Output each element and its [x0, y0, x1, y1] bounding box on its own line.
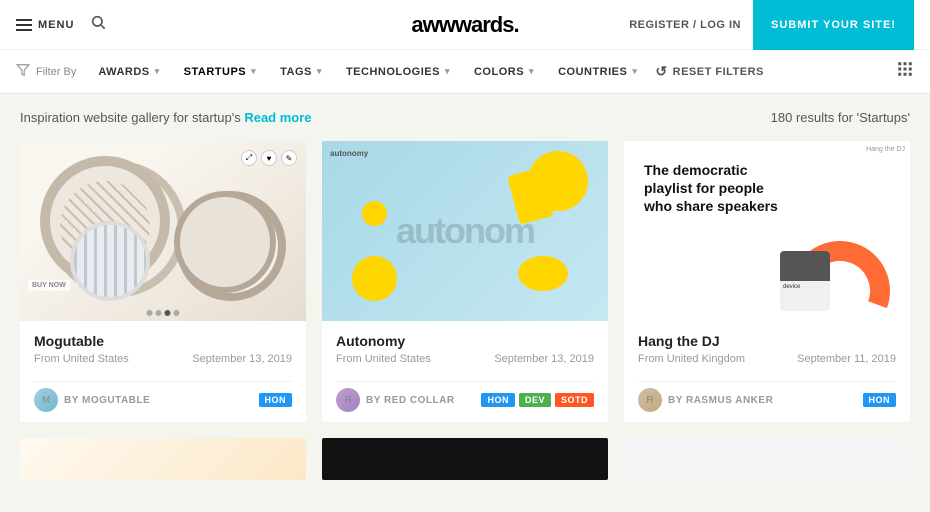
results-count-text: 180 results for 'Startups' — [771, 110, 910, 125]
filter-bar: Filter By AWARDS ▾ STARTUPS ▾ TAGS ▾ TEC… — [0, 50, 930, 94]
hamburger-icon — [16, 19, 32, 31]
filter-countries[interactable]: COUNTRIES ▾ — [548, 62, 647, 82]
logo-text: awwwards. — [411, 12, 518, 37]
register-login-link[interactable]: REGISTER / LOG IN — [629, 19, 741, 31]
card-title-mogutable: Mogutable — [34, 333, 292, 349]
card-author-hangthedj: R BY RASMUS ANKER — [638, 388, 773, 412]
autonomy-text-overlay: autonom — [396, 210, 534, 252]
card-image-autonomy: autonom autonomy — [322, 141, 608, 321]
main-content: Inspiration website gallery for startup'… — [0, 94, 930, 496]
site-logo[interactable]: awwwards. — [411, 12, 518, 38]
results-description: Inspiration website gallery for startup'… — [20, 110, 312, 125]
card-footer-mogutable: M BY MOGUTABLE HON — [20, 382, 306, 422]
filter-by-label: Filter By — [16, 63, 76, 80]
avatar-hangthedj: R — [638, 388, 662, 412]
grid-view-button[interactable] — [896, 60, 914, 83]
header-left: MENU — [16, 14, 106, 35]
search-button[interactable] — [90, 14, 106, 35]
cards-grid: ⤢ ♥ ✎ BUY NOW Mogutable From Un — [20, 141, 910, 422]
header-right: REGISTER / LOG IN SUBMIT YOUR SITE! — [629, 0, 914, 50]
reset-filters-button[interactable]: ↺ RESET FILTERS — [655, 63, 763, 80]
card-author-mogutable: M BY MOGUTABLE — [34, 388, 150, 412]
filter-awards[interactable]: AWARDS ▾ — [88, 62, 169, 82]
submit-site-button[interactable]: SUBMIT YOUR SITE! — [753, 0, 914, 50]
card-partial-1[interactable] — [20, 438, 306, 480]
card-info-mogutable: Mogutable From United States September 1… — [20, 321, 306, 381]
menu-label: MENU — [38, 19, 74, 31]
card-hangthedj[interactable]: The democratic playlist for people who s… — [624, 141, 910, 422]
badge-sotd: SOTD — [555, 393, 594, 407]
card-meta-hangthedj: From United Kingdom September 11, 2019 — [638, 353, 896, 365]
badge-hon: HON — [863, 393, 897, 407]
chevron-down-icon: ▾ — [445, 66, 450, 77]
cards-grid-bottom — [20, 438, 910, 480]
dj-headline: The democratic playlist for people who s… — [644, 161, 779, 216]
read-more-link[interactable]: Read more — [244, 110, 311, 125]
chevron-down-icon: ▾ — [251, 66, 256, 77]
card-author-autonomy: R BY RED COLLAR — [336, 388, 455, 412]
card-thumbnail-1: ⤢ ♥ ✎ BUY NOW — [20, 141, 306, 321]
filter-icon — [16, 63, 30, 80]
card-footer-autonomy: R BY RED COLLAR HON DEV SOTD — [322, 382, 608, 422]
filter-technologies[interactable]: TECHNOLOGIES ▾ — [336, 62, 460, 82]
avatar-mogutable: M — [34, 388, 58, 412]
author-name-mogutable: BY MOGUTABLE — [64, 395, 150, 406]
card-title-hangthedj: Hang the DJ — [638, 333, 896, 349]
card-thumbnail-2: autonom autonomy — [322, 141, 608, 321]
badge-hon: HON — [259, 393, 293, 407]
card-image-hangthedj: The democratic playlist for people who s… — [624, 141, 910, 321]
menu-button[interactable]: MENU — [16, 19, 74, 31]
card-info-hangthedj: Hang the DJ From United Kingdom Septembe… — [624, 321, 910, 381]
badges-mogutable: HON — [259, 393, 293, 407]
chevron-down-icon: ▾ — [529, 66, 534, 77]
filter-tags[interactable]: TAGS ▾ — [270, 62, 332, 82]
filter-colors[interactable]: COLORS ▾ — [464, 62, 544, 82]
card-mogutable[interactable]: ⤢ ♥ ✎ BUY NOW Mogutable From Un — [20, 141, 306, 422]
card-meta-mogutable: From United States September 13, 2019 — [34, 353, 292, 365]
card-partial-3[interactable] — [624, 438, 910, 480]
avatar-autonomy: R — [336, 388, 360, 412]
chevron-down-icon: ▾ — [317, 66, 322, 77]
author-name-hangthedj: BY RASMUS ANKER — [668, 395, 773, 406]
filter-by-text: Filter By — [36, 66, 76, 78]
card-partial-2[interactable] — [322, 438, 608, 480]
header: MENU awwwards. REGISTER / LOG IN SUBMIT … — [0, 0, 930, 50]
card-meta-autonomy: From United States September 13, 2019 — [336, 353, 594, 365]
badge-hon: HON — [481, 393, 515, 407]
reset-icon: ↺ — [655, 63, 667, 80]
badges-autonomy: HON DEV SOTD — [481, 393, 594, 407]
card-info-autonomy: Autonomy From United States September 13… — [322, 321, 608, 381]
filter-startups[interactable]: STARTUPS ▾ — [174, 62, 267, 82]
results-header: Inspiration website gallery for startup'… — [20, 110, 910, 125]
author-name-autonomy: BY RED COLLAR — [366, 395, 455, 406]
chevron-down-icon: ▾ — [632, 66, 637, 77]
card-thumbnail-3: The democratic playlist for people who s… — [624, 141, 910, 321]
badge-dev: DEV — [519, 393, 551, 407]
card-footer-hangthedj: R BY RASMUS ANKER HON — [624, 382, 910, 422]
decoration-blob-2 — [352, 256, 397, 301]
chevron-down-icon: ▾ — [155, 66, 160, 77]
badges-hangthedj: HON — [863, 393, 897, 407]
card-autonomy[interactable]: autonom autonomy Autonomy From United St… — [322, 141, 608, 422]
card-image-mogutable: ⤢ ♥ ✎ BUY NOW — [20, 141, 306, 321]
card-title-autonomy: Autonomy — [336, 333, 594, 349]
